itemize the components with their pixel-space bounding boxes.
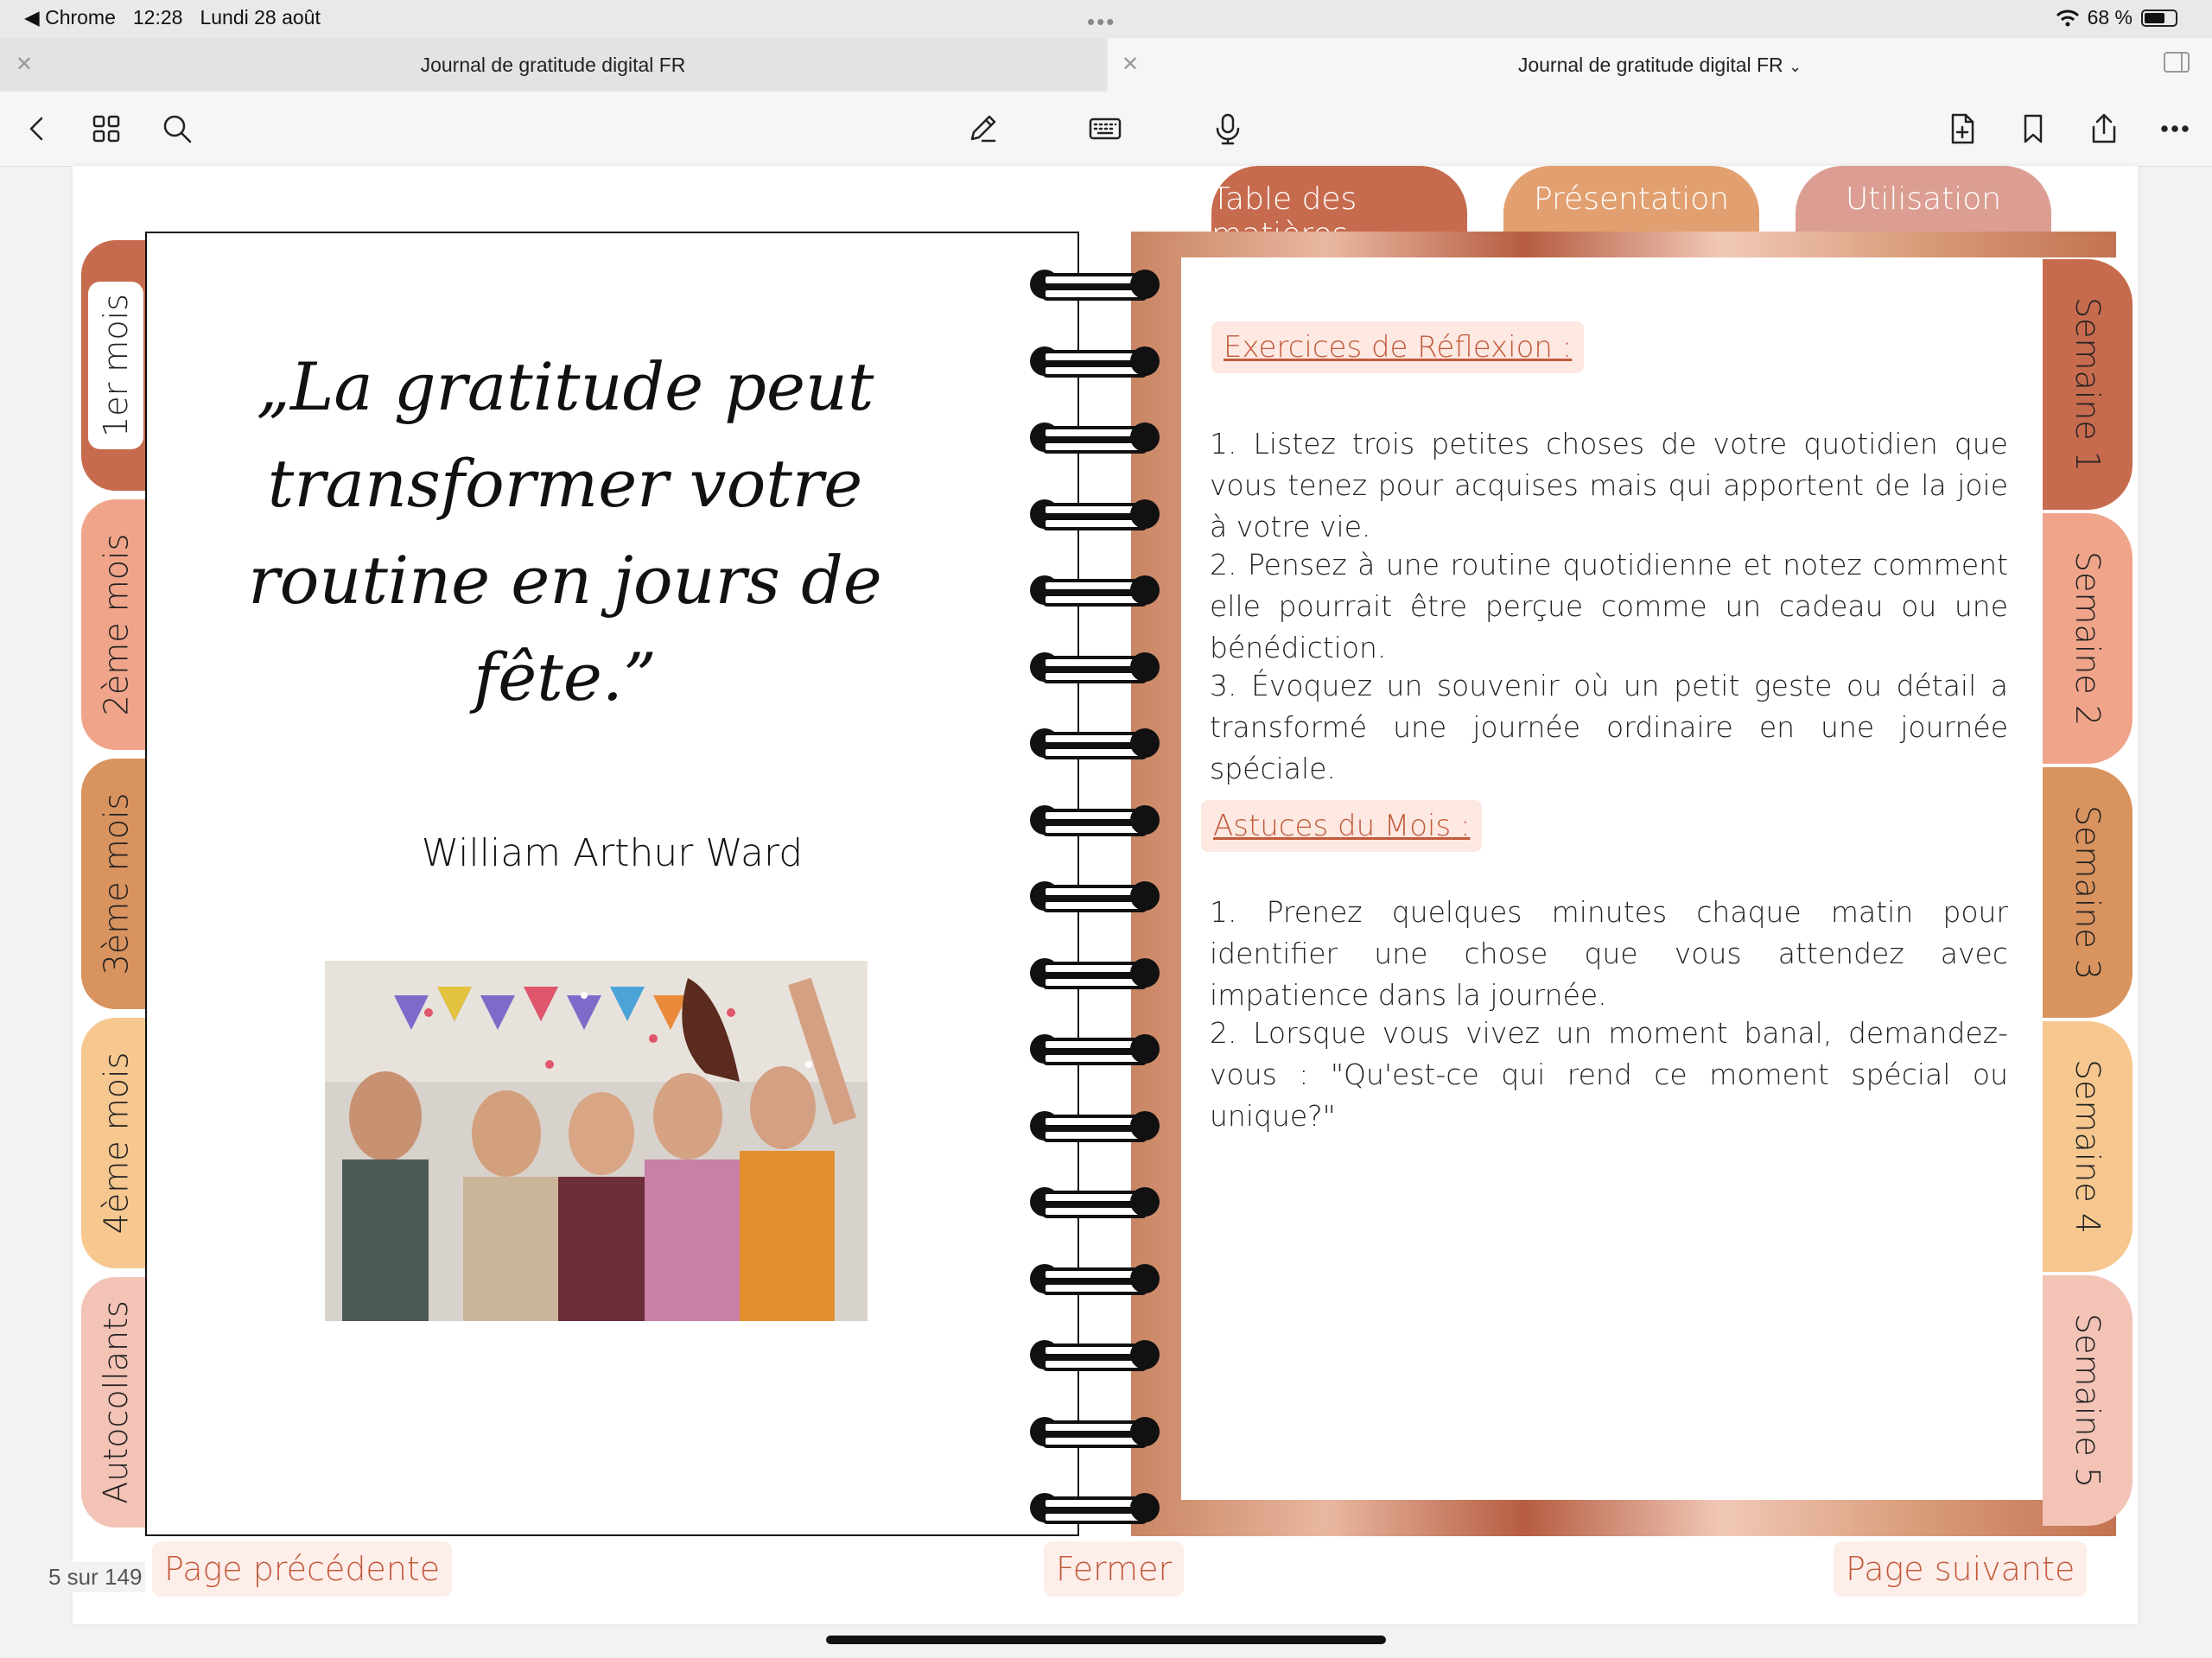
tab-title: Journal de gratitude digital FR ⌄ [1517,54,1802,76]
week-tab-label: Semaine 2 [2069,550,2107,727]
month-tab-label: Autocollants [97,1300,135,1504]
grid-icon[interactable] [85,107,128,150]
multitasking-dots-icon[interactable]: ••• [1087,9,1116,35]
more-icon[interactable] [2153,107,2196,150]
back-app-label: Chrome [45,6,116,29]
tab-bar: ✕ Journal de gratitude digital FR ✕ Jour… [0,38,2212,92]
back-icon[interactable] [16,107,59,150]
toolbar [0,92,2212,167]
wifi-icon [2056,10,2079,26]
status-bar: ◀ Chrome 12:28 Lundi 28 août ••• 68 % [0,0,2212,38]
week-tab-label: Semaine 5 [2069,1312,2107,1489]
spiral-ring [1030,1415,1160,1448]
week-tab-label: Semaine 4 [2069,1058,2107,1235]
spiral-ring [1030,268,1160,301]
tip-item: 1. Prenez quelques minutes chaque matin … [1210,895,2008,1012]
spiral-ring [1030,1491,1160,1524]
spiral-ring [1030,1338,1160,1371]
tip-item: 2. Lorsque vous vivez un moment banal, d… [1210,1016,2008,1133]
spiral-ring [1030,574,1160,607]
back-to-app[interactable]: ◀ Chrome [24,6,116,29]
spiral-ring [1030,651,1160,683]
tips-heading: Astuces du Mois : [1201,800,1483,852]
tab-2[interactable]: ✕ Journal de gratitude digital FR ⌄ [1108,38,2212,92]
previous-page-button[interactable]: Page précédente [152,1541,453,1597]
home-indicator[interactable] [826,1636,1386,1644]
page-count: 5 sur 149 [45,1562,146,1592]
status-date: Lundi 28 août [200,6,321,29]
spiral-ring [1030,1032,1160,1065]
exercise-item: 3. Évoquez un souvenir où un petit geste… [1210,669,2008,785]
battery-percent: 68 % [2087,6,2133,29]
celebration-photo [325,961,868,1321]
spiral-ring [1030,421,1160,454]
week-tab-5[interactable]: Semaine 5 [2043,1275,2133,1526]
status-time: 12:28 [132,6,183,29]
spiral-ring [1030,727,1160,759]
spiral-ring [1030,804,1160,836]
week-tab-label: Semaine 1 [2069,296,2107,473]
spiral-ring [1030,1185,1160,1218]
week-tab-label: Semaine 3 [2069,804,2107,981]
spiral-ring [1030,345,1160,378]
quote-author: William Arthur Ward [421,831,804,875]
battery-icon [2141,9,2177,27]
month-tab-label: 3ème mois [97,792,135,975]
close-button[interactable]: Fermer [1044,1541,1185,1597]
tab-title: Journal de gratitude digital FR [420,54,686,76]
planner-page: Table des matières Présentation Utilisat… [73,166,2138,1624]
sidebar-toggle-icon[interactable] [2164,52,2190,73]
chevron-down-icon[interactable]: ⌄ [1789,58,1802,75]
exercise-item: 1. Listez trois petites choses de votre … [1210,427,2008,543]
month-tab-1[interactable]: 1er mois [81,240,150,491]
pen-icon[interactable] [961,107,1004,150]
add-page-icon[interactable] [1941,107,1984,150]
exercise-item: 2. Pensez à une routine quotidienne et n… [1210,548,2008,664]
month-tab-4[interactable]: 4ème mois [81,1018,150,1268]
week-tab-3[interactable]: Semaine 3 [2043,767,2133,1018]
spiral-ring [1030,956,1160,989]
share-icon[interactable] [2082,107,2126,150]
month-tab-label: 4ème mois [97,1051,135,1235]
month-tab-2[interactable]: 2ème mois [81,499,150,750]
spiral-ring [1030,880,1160,912]
week-tab-4[interactable]: Semaine 4 [2043,1021,2133,1272]
month-tab-label: 2ème mois [97,533,135,716]
next-page-button[interactable]: Page suivante [1834,1541,2088,1597]
spiral-ring [1030,498,1160,530]
keyboard-icon[interactable] [1084,107,1127,150]
search-icon[interactable] [156,107,199,150]
month-tab-label: 1er mois [88,282,144,449]
week-tab-2[interactable]: Semaine 2 [2043,513,2133,764]
bookmark-icon[interactable] [2012,107,2055,150]
month-tab-stickers[interactable]: Autocollants [81,1277,150,1528]
week-tab-1[interactable]: Semaine 1 [2043,259,2133,510]
spiral-ring [1030,1262,1160,1295]
month-tab-3[interactable]: 3ème mois [81,759,150,1009]
spiral-ring [1030,1109,1160,1142]
tab-1[interactable]: ✕ Journal de gratitude digital FR [0,38,1106,92]
microphone-icon[interactable] [1206,107,1249,150]
exercises-heading: Exercices de Réflexion : [1211,321,1585,373]
gratitude-quote: „La gratitude peut transformer votre rou… [248,348,882,715]
